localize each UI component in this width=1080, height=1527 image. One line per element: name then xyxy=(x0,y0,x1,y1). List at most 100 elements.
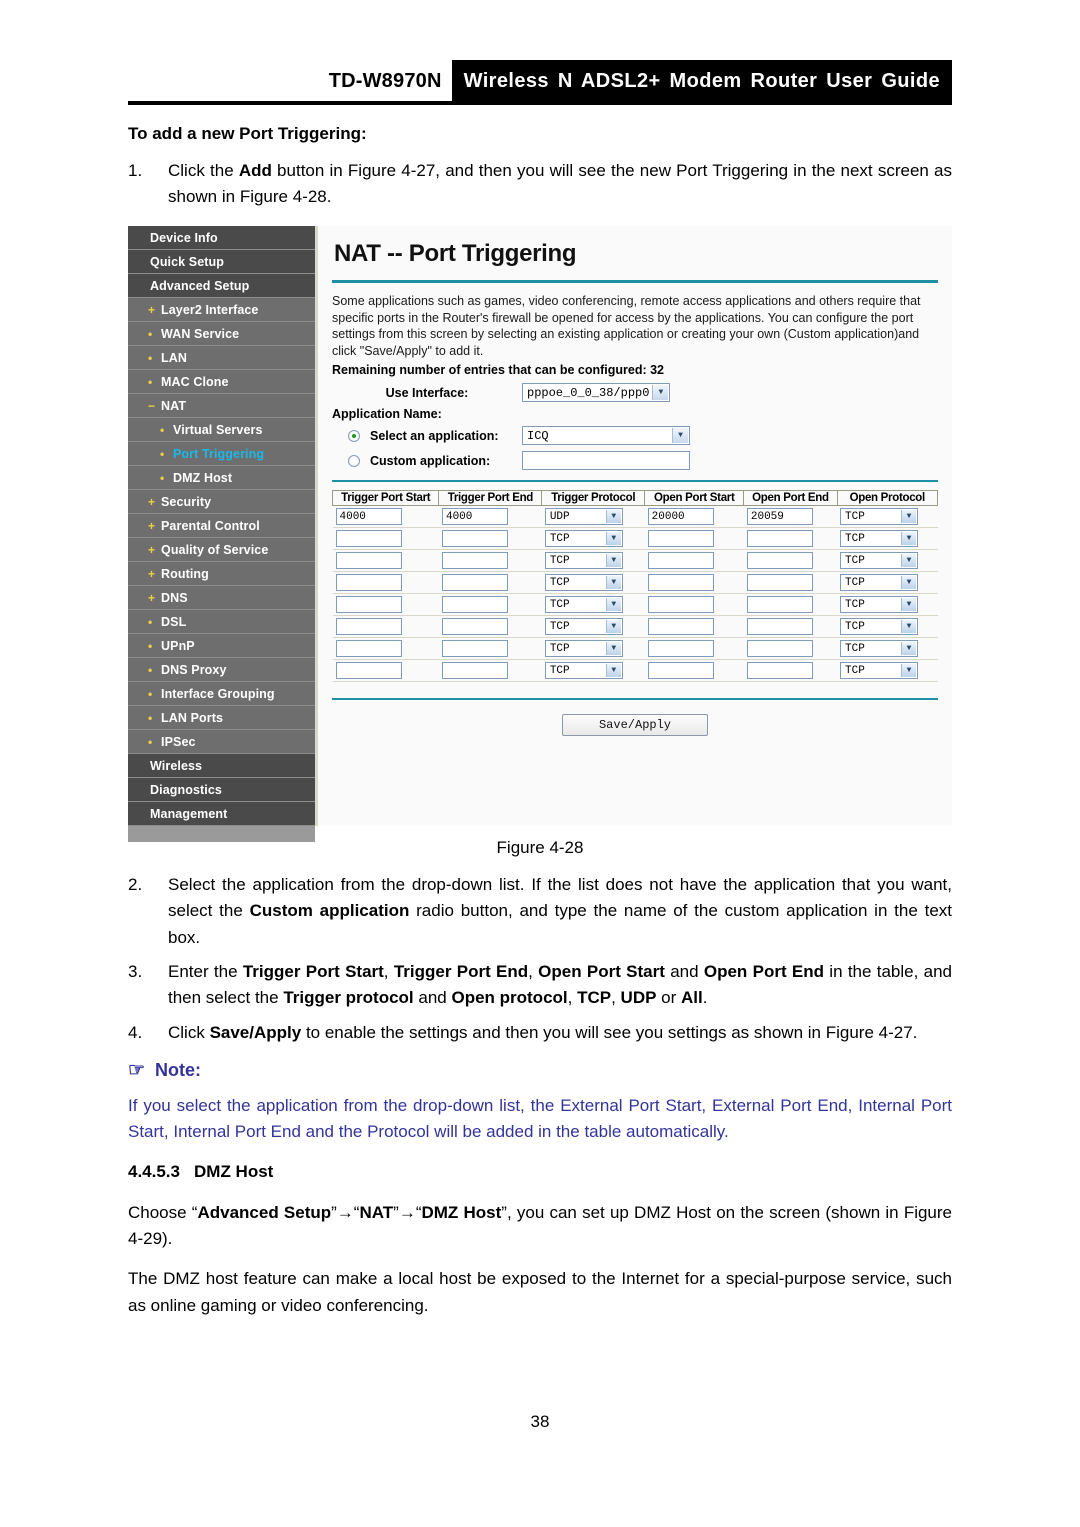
select-trigger-protocol[interactable]: TCP ▼ xyxy=(544,618,623,635)
input-trigger-port-start[interactable] xyxy=(335,640,402,657)
sidebar-item-security[interactable]: + Security xyxy=(128,490,315,514)
router-main-panel: NAT -- Port Triggering Some applications… xyxy=(318,226,952,826)
input-open-port-end[interactable] xyxy=(746,662,813,679)
input-trigger-port-end[interactable] xyxy=(441,662,508,679)
expand-plus-icon: + xyxy=(148,494,156,509)
input-open-port-start[interactable] xyxy=(647,552,714,569)
use-interface-select[interactable]: pppoe_0_0_38/ppp0 ▼ xyxy=(522,383,671,402)
sidebar-item-diagnostics[interactable]: Diagnostics xyxy=(128,778,315,802)
select-application-radio[interactable] xyxy=(348,429,360,442)
input-open-port-start[interactable] xyxy=(647,662,714,679)
chevron-down-icon: ▼ xyxy=(605,642,621,655)
sidebar-item-mac-clone[interactable]: • MAC Clone xyxy=(128,370,315,394)
sidebar-item-device-info[interactable]: Device Info xyxy=(128,226,315,250)
custom-application-input[interactable] xyxy=(522,451,690,470)
select-open-protocol[interactable]: TCP ▼ xyxy=(840,640,919,657)
save-apply-button[interactable]: Save/Apply xyxy=(561,714,708,736)
select-trigger-protocol[interactable]: TCP ▼ xyxy=(544,640,623,657)
input-open-port-end[interactable] xyxy=(746,596,813,613)
value-trigger-protocol: UDP xyxy=(549,510,570,523)
sidebar-label: MAC Clone xyxy=(161,374,229,389)
input-open-port-end[interactable] xyxy=(746,640,813,657)
select-trigger-protocol[interactable]: TCP ▼ xyxy=(544,530,623,547)
sidebar-item-port-triggering[interactable]: • Port Triggering xyxy=(128,442,315,466)
select-trigger-protocol[interactable]: TCP ▼ xyxy=(544,574,623,591)
input-open-port-start[interactable]: 20000 xyxy=(647,508,714,525)
custom-application-radio[interactable] xyxy=(348,454,360,467)
select-application-row: Select an application: ICQ ▼ xyxy=(332,426,938,445)
step-3-bold-all: All xyxy=(681,988,703,1008)
cell-trigger-protocol: TCP ▼ xyxy=(541,527,645,550)
input-trigger-port-start[interactable]: 4000 xyxy=(335,508,402,525)
sidebar-item-dns-proxy[interactable]: • DNS Proxy xyxy=(128,658,315,682)
doc-upper: To add a new Port Triggering: 1. Click t… xyxy=(128,118,952,219)
sidebar-item-virtual-servers[interactable]: • Virtual Servers xyxy=(128,418,315,442)
expand-plus-icon: + xyxy=(148,542,156,557)
input-trigger-port-start[interactable] xyxy=(335,574,402,591)
select-trigger-protocol[interactable]: TCP ▼ xyxy=(544,596,623,613)
input-trigger-port-end[interactable] xyxy=(441,552,508,569)
sidebar-item-routing[interactable]: + Routing xyxy=(128,562,315,586)
select-open-protocol[interactable]: TCP ▼ xyxy=(840,574,919,591)
sidebar-item-layer2-interface[interactable]: + Layer2 Interface xyxy=(128,298,315,322)
input-trigger-port-end[interactable] xyxy=(441,640,508,657)
sidebar-label: LAN xyxy=(161,350,187,365)
input-open-port-start[interactable] xyxy=(647,530,714,547)
sidebar-item-nat[interactable]: − NAT xyxy=(128,394,315,418)
input-open-port-start[interactable] xyxy=(647,640,714,657)
sidebar-label: Advanced Setup xyxy=(150,278,250,293)
sidebar-item-dsl[interactable]: • DSL xyxy=(128,610,315,634)
chevron-down-icon: ▼ xyxy=(605,510,621,523)
select-open-protocol[interactable]: TCP ▼ xyxy=(840,530,919,547)
select-open-protocol[interactable]: TCP ▼ xyxy=(840,596,919,613)
input-trigger-port-end[interactable] xyxy=(441,530,508,547)
sidebar-item-wan-service[interactable]: • WAN Service xyxy=(128,322,315,346)
input-open-port-start[interactable] xyxy=(647,574,714,591)
select-application-dropdown[interactable]: ICQ ▼ xyxy=(522,426,690,445)
step-3-bold-open-protocol: Open protocol xyxy=(451,988,568,1008)
input-trigger-port-start[interactable] xyxy=(335,530,402,547)
input-open-port-end[interactable] xyxy=(746,530,813,547)
sidebar-item-quick-setup[interactable]: Quick Setup xyxy=(128,250,315,274)
input-trigger-port-start[interactable] xyxy=(335,662,402,679)
select-trigger-protocol[interactable]: TCP ▼ xyxy=(544,662,623,679)
input-open-port-start[interactable] xyxy=(647,618,714,635)
sidebar-item-dns[interactable]: + DNS xyxy=(128,586,315,610)
sidebar-item-ipsec[interactable]: • IPSec xyxy=(128,730,315,754)
sidebar-item-advanced-setup[interactable]: Advanced Setup xyxy=(128,274,315,298)
sidebar-item-quality-of-service[interactable]: + Quality of Service xyxy=(128,538,315,562)
cell-trigger-port-end xyxy=(438,571,542,594)
sidebar-label: Routing xyxy=(161,566,209,581)
input-trigger-port-end[interactable] xyxy=(441,596,508,613)
select-open-protocol[interactable]: TCP ▼ xyxy=(840,662,919,679)
sidebar-item-wireless[interactable]: Wireless xyxy=(128,754,315,778)
input-open-port-end[interactable]: 20059 xyxy=(746,508,813,525)
input-trigger-port-start[interactable] xyxy=(335,552,402,569)
sidebar-item-dmz-host[interactable]: • DMZ Host xyxy=(128,466,315,490)
sidebar-item-parental-control[interactable]: + Parental Control xyxy=(128,514,315,538)
sidebar-item-lan[interactable]: • LAN xyxy=(128,346,315,370)
sidebar-item-interface-grouping[interactable]: • Interface Grouping xyxy=(128,682,315,706)
sidebar-label: Device Info xyxy=(150,230,218,245)
step-3-number: 3. xyxy=(128,962,143,982)
sidebar-item-lan-ports[interactable]: • LAN Ports xyxy=(128,706,315,730)
input-trigger-port-end[interactable] xyxy=(441,618,508,635)
input-trigger-port-start[interactable] xyxy=(335,596,402,613)
application-name-label: Application Name: xyxy=(332,407,442,421)
input-trigger-port-end[interactable]: 4000 xyxy=(441,508,508,525)
input-open-port-start[interactable] xyxy=(647,596,714,613)
select-open-protocol[interactable]: TCP ▼ xyxy=(840,618,919,635)
input-trigger-port-start[interactable] xyxy=(335,618,402,635)
select-open-protocol[interactable]: TCP ▼ xyxy=(840,552,919,569)
select-trigger-protocol[interactable]: UDP ▼ xyxy=(544,508,623,525)
select-open-protocol[interactable]: TCP ▼ xyxy=(840,508,919,525)
sidebar-item-upnp[interactable]: • UPnP xyxy=(128,634,315,658)
select-trigger-protocol[interactable]: TCP ▼ xyxy=(544,552,623,569)
header-model: TD-W8970N xyxy=(328,69,442,92)
input-open-port-end[interactable] xyxy=(746,618,813,635)
input-open-port-end[interactable] xyxy=(746,574,813,591)
input-open-port-end[interactable] xyxy=(746,552,813,569)
sidebar-item-management[interactable]: Management xyxy=(128,802,315,826)
input-trigger-port-end[interactable] xyxy=(441,574,508,591)
bullet-icon: • xyxy=(148,710,153,725)
